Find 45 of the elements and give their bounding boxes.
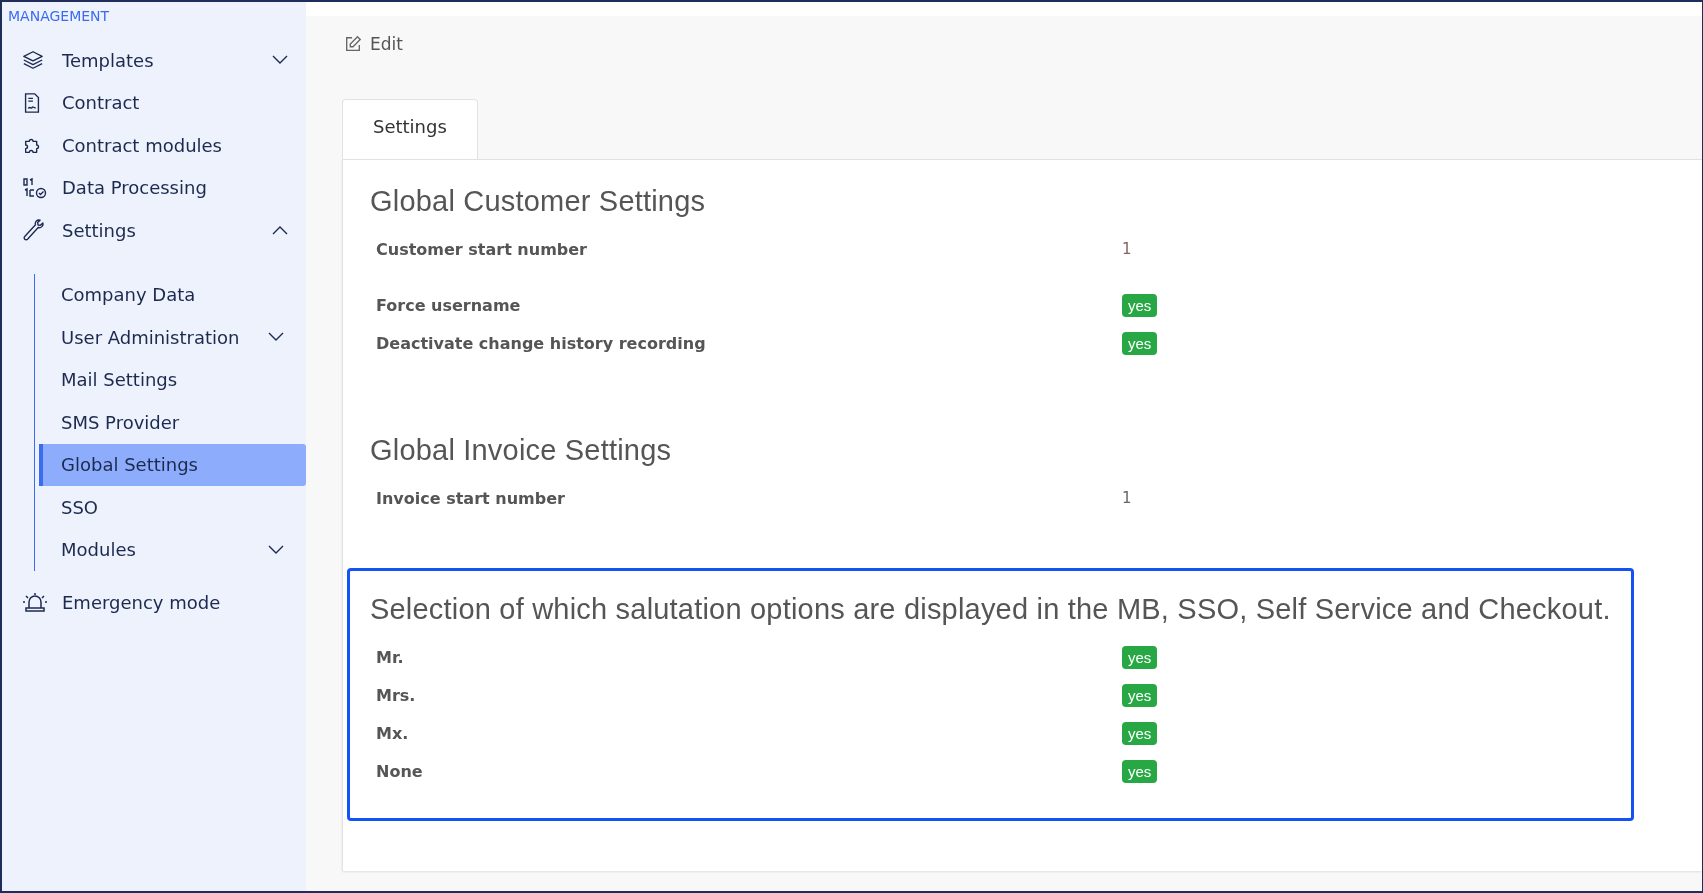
setting-label: Force username: [375, 295, 522, 315]
edit-icon: [344, 35, 362, 53]
section-title: Selection of which salutation options are displayed in the MB, SSO, Self Service and Checkout.: [370, 593, 1611, 626]
setting-label: Mrs.: [375, 685, 417, 705]
section-title: Global Customer Settings: [370, 185, 707, 218]
binary-check-icon: [22, 176, 48, 199]
sidebar-item[interactable]: User Administration: [39, 316, 306, 359]
layers-icon: [22, 49, 44, 72]
sidebar-item[interactable]: Data Processing: [2, 166, 306, 209]
status-badge: yes: [1122, 721, 1158, 745]
sidebar-item[interactable]: Emergency mode: [2, 581, 306, 624]
sidebar-item[interactable]: Mail Settings: [39, 358, 306, 401]
section-heading: MANAGEMENT: [7, 7, 111, 26]
setting-value: 1: [1122, 489, 1132, 507]
chevron-down-icon[interactable]: [272, 55, 288, 66]
siren-icon: [22, 591, 48, 614]
chevron-down-icon[interactable]: [268, 332, 284, 343]
chevron-down-icon[interactable]: [268, 544, 284, 555]
setting-label: Invoice start number: [375, 488, 566, 508]
setting-label: Deactivate change history recording: [375, 333, 707, 353]
status-badge: yes: [1122, 683, 1158, 707]
sidebar-item[interactable]: Contract modules: [2, 124, 306, 167]
section-title: Global Invoice Settings: [370, 434, 673, 467]
sidebar-item[interactable]: Global Settings: [39, 443, 306, 486]
wrench-icon: [22, 219, 44, 242]
status-badge: yes: [1122, 293, 1158, 317]
edit-button[interactable]: Edit: [344, 34, 403, 54]
sidebar-item[interactable]: SSO: [39, 486, 306, 529]
status-badge: yes: [1122, 759, 1158, 783]
status-badge: yes: [1122, 331, 1158, 355]
sidebar-item[interactable]: Company Data: [39, 273, 306, 316]
sidebar-item[interactable]: Contract: [2, 81, 306, 124]
tab[interactable]: Settings: [342, 99, 478, 159]
status-badge: yes: [1122, 645, 1158, 669]
chevron-up-icon[interactable]: [272, 225, 288, 236]
document-icon: [22, 91, 42, 114]
setting-label: Customer start number: [375, 239, 588, 259]
sidebar-item[interactable]: SMS Provider: [39, 401, 306, 444]
setting-label: Mx.: [375, 723, 410, 743]
setting-value: 1: [1122, 240, 1132, 258]
sidebar-item[interactable]: Settings: [2, 209, 306, 252]
setting-label: Mr.: [375, 647, 405, 667]
setting-label: None: [375, 761, 424, 781]
sidebar-item[interactable]: Templates: [2, 39, 306, 82]
sidebar-item[interactable]: Modules: [39, 528, 306, 571]
